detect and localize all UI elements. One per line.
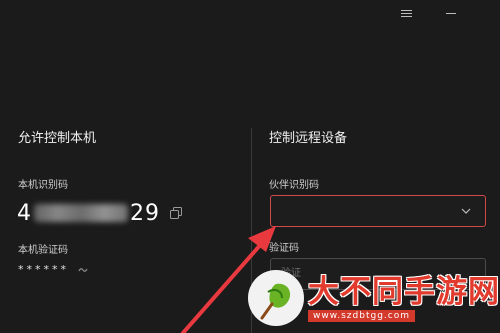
local-id-value: 4 29 bbox=[17, 199, 160, 227]
local-id-suffix: 29 bbox=[130, 200, 160, 226]
title-bar bbox=[0, 0, 500, 30]
menu-icon bbox=[400, 8, 412, 19]
watermark-title: 大不同手游网 bbox=[308, 274, 500, 310]
watermark-logo-icon bbox=[248, 270, 304, 326]
menu-button[interactable] bbox=[389, 0, 423, 26]
minimize-icon bbox=[446, 12, 456, 14]
copy-icon[interactable] bbox=[170, 207, 182, 219]
local-id-label: 本机识别码 bbox=[18, 180, 68, 191]
local-code-label: 本机验证码 bbox=[18, 245, 68, 256]
local-id-prefix: 4 bbox=[17, 200, 32, 226]
watermark-text: 大不同手游网 www.szdbtgg.com bbox=[308, 274, 500, 322]
local-id-obscured bbox=[34, 204, 128, 222]
local-code-masked: ****** bbox=[18, 263, 69, 276]
local-section-title: 允许控制本机 bbox=[18, 131, 97, 146]
watermark: 大不同手游网 www.szdbtgg.com bbox=[248, 268, 499, 328]
watermark-url: www.szdbtgg.com bbox=[308, 310, 415, 322]
minimize-button[interactable] bbox=[434, 0, 468, 26]
local-code-row: ****** bbox=[18, 263, 89, 276]
remote-section-title: 控制远程设备 bbox=[269, 131, 348, 146]
partner-id-input[interactable] bbox=[270, 195, 486, 227]
partner-id-label: 伙伴识别码 bbox=[269, 180, 319, 191]
refresh-icon[interactable] bbox=[77, 264, 89, 276]
verify-code-label: 验证码 bbox=[269, 243, 299, 254]
chevron-down-icon[interactable] bbox=[461, 207, 471, 215]
